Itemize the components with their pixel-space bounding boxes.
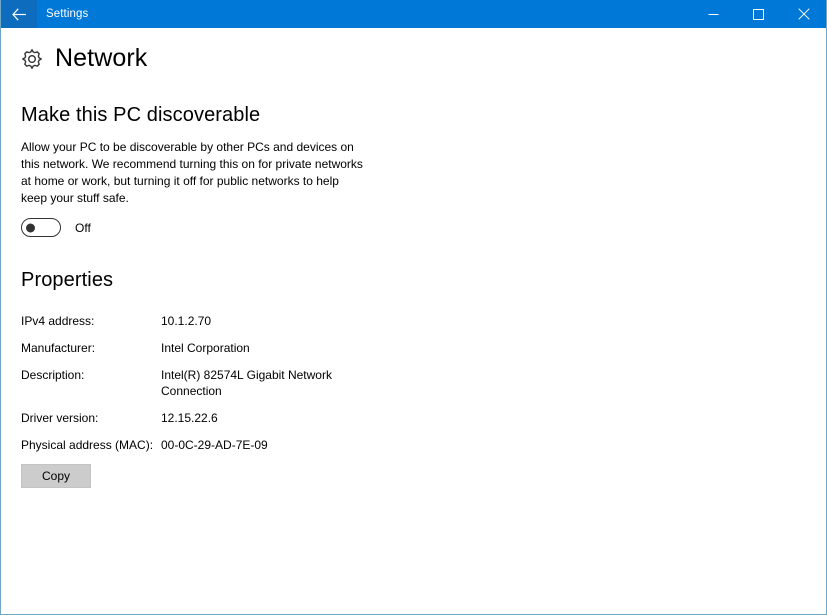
settings-content: Network Make this PC discoverable Allow … bbox=[1, 28, 826, 614]
minimize-button[interactable] bbox=[691, 0, 736, 28]
properties-heading: Properties bbox=[21, 269, 114, 291]
property-value: Intel Corporation bbox=[161, 341, 250, 355]
property-row: Manufacturer: Intel Corporation bbox=[21, 340, 826, 356]
properties-list: IPv4 address: 10.1.2.70 Manufacturer: In… bbox=[21, 313, 826, 453]
maximize-icon bbox=[753, 8, 764, 20]
property-label: IPv4 address: bbox=[21, 314, 95, 328]
back-button[interactable] bbox=[1, 0, 37, 28]
close-icon bbox=[797, 8, 810, 20]
discoverable-toggle[interactable] bbox=[21, 218, 61, 237]
property-value: 00-0C-29-AD-7E-09 bbox=[161, 438, 268, 452]
window-title: Settings bbox=[46, 8, 89, 20]
property-row: Description: Intel(R) 82574L Gigabit Net… bbox=[21, 367, 826, 399]
toggle-knob bbox=[26, 223, 35, 232]
title-bar-spacer bbox=[88, 0, 691, 28]
close-button[interactable] bbox=[781, 0, 826, 28]
property-label: Physical address (MAC): bbox=[21, 438, 154, 452]
minimize-icon bbox=[708, 9, 719, 20]
page-header: Network bbox=[21, 46, 826, 71]
maximize-button[interactable] bbox=[736, 0, 781, 28]
property-label: Manufacturer: bbox=[21, 341, 96, 355]
property-row: IPv4 address: 10.1.2.70 bbox=[21, 313, 826, 329]
property-label: Description: bbox=[21, 368, 85, 382]
property-value: 12.15.22.6 bbox=[161, 411, 218, 425]
copy-button[interactable]: Copy bbox=[21, 464, 91, 488]
property-value: Intel(R) 82574L Gigabit Network Connecti… bbox=[161, 368, 332, 398]
property-label: Driver version: bbox=[21, 411, 99, 425]
back-arrow-icon bbox=[11, 7, 27, 21]
discoverable-toggle-row: Off bbox=[21, 218, 826, 237]
toggle-state-label: Off bbox=[75, 220, 91, 235]
title-bar: Settings bbox=[1, 0, 826, 28]
property-row: Physical address (MAC): 00-0C-29-AD-7E-0… bbox=[21, 437, 826, 453]
page-title: Network bbox=[55, 44, 148, 72]
discoverable-heading: Make this PC discoverable bbox=[21, 104, 261, 126]
gear-icon bbox=[21, 48, 43, 70]
discoverable-description: Allow your PC to be discoverable by othe… bbox=[21, 140, 363, 205]
window-controls bbox=[691, 0, 826, 28]
property-row: Driver version: 12.15.22.6 bbox=[21, 410, 826, 426]
property-value: 10.1.2.70 bbox=[161, 314, 212, 328]
settings-window: Settings Network Make this PC discoverab… bbox=[0, 0, 827, 615]
